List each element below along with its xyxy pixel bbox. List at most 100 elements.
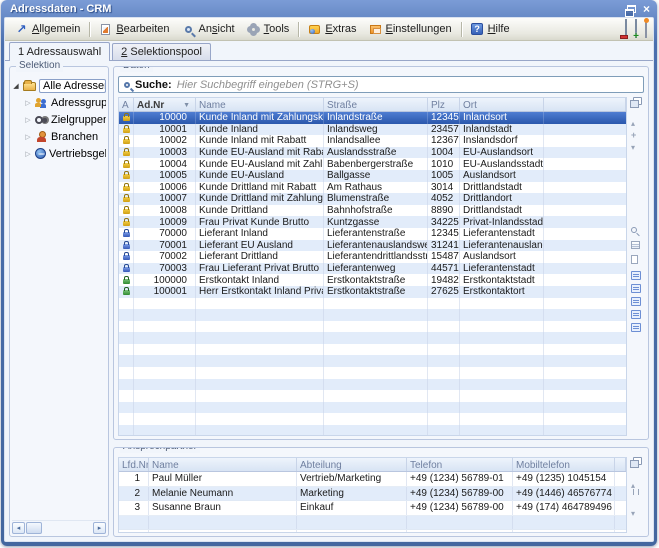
tab-strip: 1 Adressauswahl 2 Selektionspool xyxy=(5,41,653,61)
tree-item-label: Zielgruppen xyxy=(51,114,106,126)
search-icon[interactable] xyxy=(631,227,637,233)
table-row[interactable]: 100000Erstkontakt InlandErstkontaktstraß… xyxy=(119,274,626,286)
column-header-Straße[interactable]: Straße xyxy=(324,98,428,111)
menu-item-ansicht[interactable]: Ansicht xyxy=(176,20,241,39)
tree-item-alle-adressen[interactable]: ◢Alle Adressen xyxy=(12,77,106,94)
tree-item-branchen[interactable]: ▷Branchen xyxy=(12,128,106,145)
tree-collapse-icon[interactable]: ▷ xyxy=(24,99,32,107)
menu-item-allgemein[interactable]: ↗Allgemein xyxy=(9,20,86,39)
restore-button[interactable] xyxy=(627,5,636,13)
column-header-Lfd.Nr.[interactable]: Lfd.Nr. xyxy=(119,458,149,471)
tab-adressauswahl[interactable]: 1 Adressauswahl xyxy=(9,42,110,61)
cell: 12345 xyxy=(428,112,460,124)
contact-row[interactable]: 3Susanne BraunEinkauf+49 (1234) 56789-00… xyxy=(119,501,626,516)
tree-item-zielgruppen[interactable]: ▷ Zielgruppen xyxy=(12,111,106,128)
toolbar-new-document-button[interactable] xyxy=(645,20,647,38)
table-row[interactable]: 10003Kunde EU-Ausland mit RabattAuslands… xyxy=(119,147,626,159)
contact-row-empty[interactable] xyxy=(119,516,626,531)
table-row[interactable]: 10007Kunde Drittland mit Zahlungskonditi… xyxy=(119,193,626,205)
cell xyxy=(615,516,626,530)
table-row[interactable]: 10005Kunde EU-AuslandBallgasse1005Auslan… xyxy=(119,170,626,182)
toolbar-table-remove-button[interactable] xyxy=(625,20,627,38)
page-icon[interactable] xyxy=(631,255,638,264)
list-icon[interactable] xyxy=(631,323,641,332)
tree-collapse-icon[interactable]: ▷ xyxy=(24,150,32,158)
search-box[interactable]: Suche: Hier Suchbegriff eingeben (STRG+S… xyxy=(118,76,644,93)
column-header-Abteilung[interactable]: Abteilung xyxy=(297,458,407,471)
current-record-icon[interactable] xyxy=(633,489,639,495)
tree-item-adressgruppen[interactable]: ▷Adressgruppen xyxy=(12,94,106,111)
column-header-Plz[interactable]: Plz xyxy=(428,98,460,111)
table-row[interactable]: 70002Lieferant DrittlandLieferantendritt… xyxy=(119,251,626,263)
column-header-Mobiltelefon[interactable]: Mobiltelefon xyxy=(513,458,615,471)
contact-row-empty[interactable] xyxy=(119,530,626,532)
menu-item-tools[interactable]: Tools xyxy=(241,20,296,39)
menu-item-bearbeiten[interactable]: Bearbeiten xyxy=(93,20,175,39)
cell xyxy=(544,263,626,275)
contact-row[interactable]: 2Melanie NeumannMarketing+49 (1234) 5678… xyxy=(119,487,626,502)
list-icon[interactable] xyxy=(631,297,641,306)
table-row[interactable]: 10002Kunde Inland mit RabattInlandsallee… xyxy=(119,135,626,147)
column-header-Telefon[interactable]: Telefon xyxy=(407,458,513,471)
cell: EU-Auslandsort xyxy=(460,147,544,159)
table-row-empty[interactable] xyxy=(119,379,626,391)
column-header-filler[interactable] xyxy=(544,98,626,111)
tab-selektionspool[interactable]: 2 Selektionspool xyxy=(112,43,211,60)
table-row[interactable]: 10006Kunde Drittland mit RabattAm Rathau… xyxy=(119,182,626,194)
column-header-Ort[interactable]: Ort xyxy=(460,98,544,111)
menu-item-einstellungen[interactable]: Einstellungen xyxy=(363,20,458,39)
tree-item-vertriebsgebiete[interactable]: ▷Vertriebsgebiete xyxy=(12,145,106,162)
menu-item-hilfe[interactable]: ?Hilfe xyxy=(465,20,516,39)
scroll-down-icon[interactable] xyxy=(631,137,635,155)
column-header-A[interactable]: A xyxy=(119,98,134,111)
close-button[interactable]: × xyxy=(643,4,650,14)
scroll-thumb[interactable] xyxy=(26,522,42,534)
sidebar-hscrollbar[interactable]: ◂ ▸ xyxy=(12,520,106,534)
table-row[interactable]: 10001Kunde InlandInlandsweg23457Inlandst… xyxy=(119,124,626,136)
table-row[interactable]: 70000Lieferant InlandLieferantenstraße12… xyxy=(119,228,626,240)
list-icon[interactable] xyxy=(631,310,641,319)
cell xyxy=(513,530,615,532)
tree-expand-icon[interactable]: ◢ xyxy=(12,82,20,90)
table-row-empty[interactable] xyxy=(119,298,626,310)
table-row-empty[interactable] xyxy=(119,367,626,379)
table-row[interactable]: 100001Herr Erstkontakt Inland PrivatErst… xyxy=(119,286,626,298)
table-row[interactable]: 10004Kunde EU-Ausland mit Zahlungskondti… xyxy=(119,158,626,170)
tree-collapse-icon[interactable]: ▷ xyxy=(24,133,32,141)
table-row-empty[interactable] xyxy=(119,332,626,344)
column-header-Ad.Nr[interactable]: Ad.Nr▼ xyxy=(134,98,196,111)
cell xyxy=(428,379,460,391)
column-chooser-icon[interactable] xyxy=(633,457,642,465)
table-row[interactable]: 10000Kunde Inland mit Zahlungskondition … xyxy=(119,112,626,124)
table-row-empty[interactable] xyxy=(119,390,626,402)
table-row-empty[interactable] xyxy=(119,425,626,435)
menu-item-extras[interactable]: Extras xyxy=(302,20,362,39)
tree-collapse-icon[interactable]: ▷ xyxy=(24,116,32,124)
column-header-Name[interactable]: Name xyxy=(149,458,297,471)
list-icon[interactable] xyxy=(631,271,641,280)
table-row[interactable]: 10008Kunde DrittlandBahnhofstraße8890Dri… xyxy=(119,205,626,217)
table-row-empty[interactable] xyxy=(119,355,626,367)
table-row-empty[interactable] xyxy=(119,413,626,425)
column-header-Name[interactable]: Name xyxy=(196,98,324,111)
column-chooser-icon[interactable] xyxy=(633,97,642,105)
address-grid-header[interactable]: AAd.Nr▼NameStraßePlzOrt xyxy=(119,98,626,112)
cell: 44571 xyxy=(428,263,460,275)
table-row[interactable]: 70003Frau Lieferant Privat BruttoLiefera… xyxy=(119,263,626,275)
list-icon[interactable] xyxy=(631,284,641,293)
contact-row[interactable]: 1Paul MüllerVertrieb/Marketing+49 (1234)… xyxy=(119,472,626,487)
table-row[interactable]: 10009Frau Privat Kunde BruttoKuntzgasse3… xyxy=(119,216,626,228)
scroll-down-icon[interactable] xyxy=(631,503,635,521)
title-bar[interactable]: Adressdaten - CRM × xyxy=(4,0,654,17)
table-row[interactable]: 70001Lieferant EU AuslandLieferantenausl… xyxy=(119,240,626,252)
scroll-right-button[interactable]: ▸ xyxy=(93,522,106,534)
table-row-empty[interactable] xyxy=(119,321,626,333)
scroll-left-button[interactable]: ◂ xyxy=(12,522,25,534)
table-row-empty[interactable] xyxy=(119,402,626,414)
table-row-empty[interactable] xyxy=(119,309,626,321)
toolbar-table-add-button[interactable] xyxy=(635,20,637,38)
grid-icon[interactable] xyxy=(631,241,640,249)
contacts-grid-header[interactable]: Lfd.Nr.NameAbteilungTelefonMobiltelefon xyxy=(119,458,626,472)
column-header-filler[interactable] xyxy=(615,458,626,471)
table-row-empty[interactable] xyxy=(119,344,626,356)
